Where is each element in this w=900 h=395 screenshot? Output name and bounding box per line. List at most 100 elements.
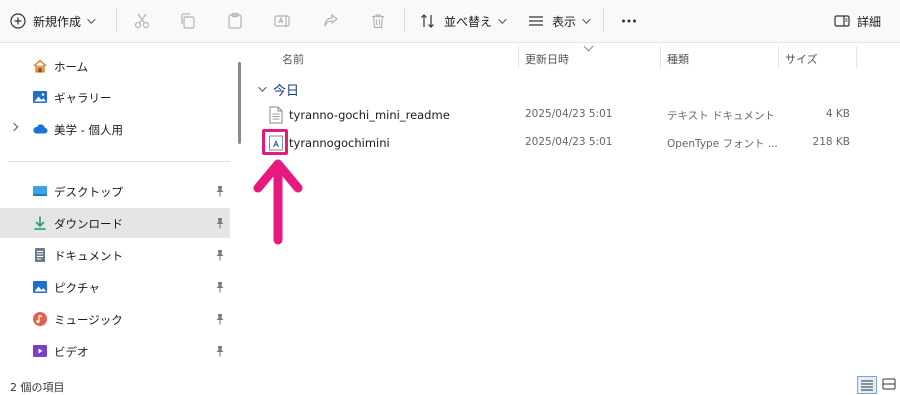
share-button[interactable] (322, 6, 340, 36)
plus-circle-icon (10, 13, 26, 29)
column-header-size[interactable]: サイズ (785, 44, 855, 72)
sidebar-item-home[interactable]: ホーム (0, 51, 230, 81)
column-divider[interactable] (778, 46, 779, 68)
group-header-label: 今日 (273, 83, 300, 99)
column-header-label: 種類 (667, 53, 689, 66)
cut-button[interactable] (133, 6, 151, 36)
status-bar: 2 個の項目 (0, 374, 900, 395)
chevron-down-icon (498, 15, 507, 24)
desktop-folder-icon (33, 186, 47, 196)
text-document-icon (269, 106, 283, 124)
file-size: 218 KB (812, 136, 850, 148)
sidebar-item-onedrive[interactable]: 美学 - 個人用 (0, 114, 230, 144)
column-header-type[interactable]: 種類 (667, 44, 777, 72)
pin-icon[interactable] (215, 313, 225, 325)
more-options-button[interactable] (620, 6, 638, 36)
sidebar-item-label: ギャラリー (54, 91, 112, 105)
tiles-view-icon (882, 378, 896, 390)
rename-icon (274, 15, 290, 27)
sidebar-item-label: ドキュメント (54, 249, 123, 263)
pictures-folder-icon (33, 281, 47, 293)
details-view-icon (861, 380, 873, 391)
view-button[interactable]: 表示 (527, 6, 591, 36)
sidebar-item-label: 美学 - 個人用 (54, 123, 123, 137)
file-type: OpenType フォント ... (667, 138, 778, 150)
details-pane-button[interactable]: 詳細 (833, 6, 881, 36)
view-button-label: 表示 (552, 14, 577, 29)
onedrive-cloud-icon (33, 124, 48, 134)
details-pane-label: 詳細 (857, 14, 882, 29)
file-name: tyrannogochimini (289, 136, 390, 150)
home-icon (33, 59, 47, 73)
clipboard-icon (228, 12, 242, 29)
copy-icon (181, 13, 195, 29)
column-divider[interactable] (660, 46, 661, 68)
column-header-label: 更新日時 (525, 53, 569, 66)
file-date: 2025/04/23 5:01 (525, 136, 613, 148)
pointer-arrow-icon (253, 159, 303, 245)
download-folder-icon (34, 216, 46, 230)
pin-icon[interactable] (215, 249, 225, 261)
sidebar-item-pictures[interactable]: ピクチャ (0, 272, 230, 302)
sidebar-item-label: ダウンロード (54, 217, 123, 231)
command-bar: 新規作成 並べ替え 表示 詳細 (0, 0, 900, 43)
music-folder-icon (33, 312, 47, 326)
chevron-down-icon (87, 15, 96, 24)
file-list-pane: 名前 更新日時 種類 サイズ 今日 tyranno-gochi_mini_rea… (248, 41, 900, 374)
toolbar-divider (404, 9, 405, 33)
group-header-today[interactable]: 今日 (256, 80, 300, 99)
sidebar-item-music[interactable]: ミュージック (0, 304, 230, 334)
pin-icon[interactable] (215, 345, 225, 357)
sidebar-item-gallery[interactable]: ギャラリー (0, 82, 230, 112)
sidebar-item-label: ビデオ (54, 345, 89, 359)
rename-button[interactable] (273, 6, 291, 36)
new-button-label: 新規作成 (33, 14, 82, 29)
sidebar-item-downloads[interactable]: ダウンロード (0, 208, 230, 238)
chevron-right-icon[interactable] (9, 122, 19, 132)
chevron-down-icon (258, 83, 267, 92)
pin-icon[interactable] (215, 185, 225, 197)
sidebar-item-label: デスクトップ (54, 185, 123, 199)
videos-folder-icon (33, 345, 47, 357)
file-type: テキスト ドキュメント (667, 110, 776, 122)
column-header-date[interactable]: 更新日時 (525, 44, 660, 72)
column-header-label: 名前 (282, 53, 304, 66)
file-name: tyranno-gochi_mini_readme (289, 108, 450, 122)
sort-arrows-icon (421, 14, 434, 28)
pin-icon[interactable] (215, 281, 225, 293)
sort-button-label: 並べ替え (444, 14, 493, 29)
details-view-button[interactable] (857, 376, 877, 394)
sidebar-item-documents[interactable]: ドキュメント (0, 240, 230, 270)
paste-button[interactable] (226, 6, 244, 36)
sidebar-item-label: ピクチャ (54, 281, 100, 295)
sidebar-divider (8, 161, 230, 162)
highlight-box (262, 129, 288, 155)
pin-icon[interactable] (215, 217, 225, 229)
column-header-name[interactable]: 名前 (282, 44, 518, 72)
file-size: 4 KB (825, 108, 850, 120)
column-divider[interactable] (518, 46, 519, 68)
sidebar-item-desktop[interactable]: デスクトップ (0, 176, 230, 206)
sidebar-item-label: ホーム (54, 60, 89, 74)
file-date: 2025/04/23 5:01 (525, 108, 613, 120)
column-divider[interactable] (856, 46, 857, 68)
new-button[interactable]: 新規作成 (10, 6, 96, 36)
navigation-pane: ホーム ギャラリー 美学 - 個人用 デスクトップ ダウンロード ドキュメント … (0, 44, 244, 374)
file-row[interactable]: tyrannogochimini 2025/04/23 5:01 OpenTyp… (248, 130, 888, 156)
item-count: 2 個の項目 (10, 381, 65, 394)
sort-button[interactable]: 並べ替え (419, 6, 507, 36)
sidebar-item-label: ミュージック (54, 313, 123, 327)
copy-button[interactable] (179, 6, 197, 36)
trash-icon (372, 14, 384, 29)
delete-button[interactable] (369, 6, 387, 36)
file-row[interactable]: tyranno-gochi_mini_readme 2025/04/23 5:0… (248, 102, 888, 128)
more-dots-icon (622, 19, 636, 23)
sidebar-scrollbar[interactable] (238, 62, 241, 144)
details-pane-icon (834, 15, 850, 27)
thumbnail-view-button[interactable] (880, 376, 900, 394)
toolbar-divider (116, 9, 117, 33)
documents-folder-icon (35, 248, 45, 262)
sidebar-item-videos[interactable]: ビデオ (0, 336, 230, 366)
column-header-label: サイズ (785, 53, 818, 66)
chevron-down-icon (582, 15, 591, 24)
